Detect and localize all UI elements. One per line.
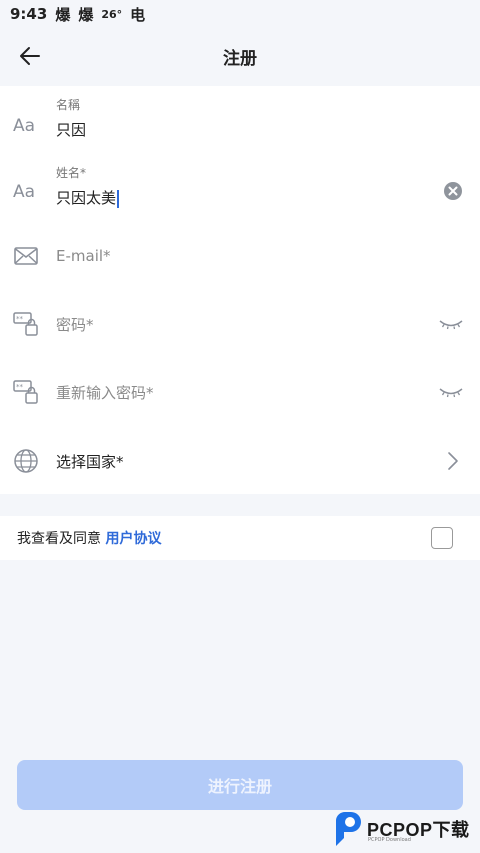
watermark: PCPOP下载 PCPOP Download: [332, 810, 480, 853]
status-icon-2: 爆: [78, 5, 94, 24]
page-title: 注册: [223, 48, 257, 69]
password-confirm-row[interactable]: ** 重新输入密码*: [0, 370, 480, 414]
agreement-text: 我查看及同意 用户协议: [17, 528, 161, 548]
header: 注册: [0, 28, 480, 84]
globe-icon: [13, 448, 39, 474]
eye-closed-icon: [439, 320, 463, 330]
name-field[interactable]: 只因太美: [56, 187, 120, 208]
clear-icon: [444, 182, 462, 200]
status-icon-1: 爆: [55, 5, 71, 24]
text-cursor: [117, 189, 120, 208]
agreement-row: 我查看及同意 用户协议: [0, 516, 480, 560]
status-temperature: 26°: [101, 7, 123, 21]
password-confirm-visibility-toggle[interactable]: [436, 380, 466, 406]
status-time: 9:43: [10, 5, 48, 23]
chevron-right-icon: [440, 448, 466, 474]
pcpop-logo-icon: [336, 811, 361, 846]
registration-form: Aa 名稱 只因 Aa 姓名* 只因太美 E-mail* ** 密码* ** 重…: [0, 86, 480, 494]
back-button[interactable]: [14, 40, 46, 72]
country-selector[interactable]: 选择国家*: [0, 438, 480, 484]
register-button[interactable]: 进行注册: [17, 760, 463, 810]
password-row[interactable]: ** 密码*: [0, 302, 480, 346]
mail-icon: [13, 243, 39, 269]
arrow-left-icon: [20, 47, 40, 65]
svg-text:**: **: [16, 383, 24, 391]
nickname-label: 名稱: [56, 98, 81, 112]
email-field[interactable]: E-mail*: [56, 247, 111, 265]
clear-button[interactable]: [440, 178, 466, 204]
font-icon: Aa: [13, 112, 39, 138]
svg-text:Aa: Aa: [13, 182, 35, 201]
name-value: 只因太美: [56, 189, 117, 207]
agreement-prefix: 我查看及同意: [17, 531, 101, 547]
password-icon: **: [13, 379, 39, 405]
nickname-field[interactable]: 只因: [56, 119, 86, 140]
svg-text:Aa: Aa: [13, 116, 35, 135]
name-row[interactable]: Aa 姓名* 只因太美: [0, 162, 480, 218]
password-field[interactable]: 密码*: [56, 316, 94, 334]
user-agreement-link[interactable]: 用户协议: [105, 531, 161, 547]
watermark-sub: PCPOP Download: [368, 837, 411, 843]
country-label: 选择国家*: [56, 453, 124, 471]
agreement-checkbox[interactable]: [431, 527, 453, 549]
font-icon: Aa: [13, 178, 39, 204]
status-icon-3: 电: [130, 5, 146, 24]
svg-text:**: **: [16, 315, 24, 323]
status-bar: 9:43 爆 爆 26° 电: [0, 0, 480, 28]
password-visibility-toggle[interactable]: [436, 312, 466, 338]
nickname-row[interactable]: Aa 名稱 只因: [0, 94, 480, 146]
password-icon: **: [13, 311, 39, 337]
email-row[interactable]: E-mail*: [0, 234, 480, 278]
eye-closed-icon: [439, 388, 463, 398]
password-confirm-field[interactable]: 重新输入密码*: [56, 384, 154, 402]
name-label: 姓名*: [56, 166, 87, 180]
